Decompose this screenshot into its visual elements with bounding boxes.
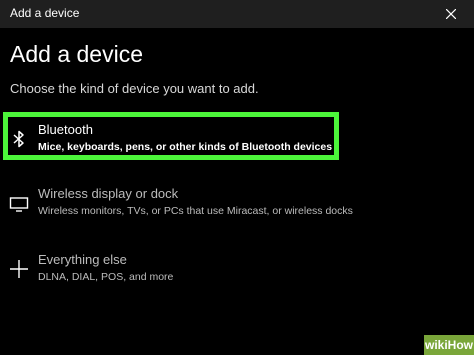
option-description: DLNA, DIAL, POS, and more [38,271,174,283]
highlight-box [3,112,339,160]
option-description: Wireless monitors, TVs, or PCs that use … [38,205,353,217]
option-wireless-display[interactable]: Wireless display or dock Wireless monito… [0,182,474,238]
option-everything-else[interactable]: Everything else DLNA, DIAL, POS, and mor… [0,248,474,304]
option-label: Wireless display or dock [38,186,179,201]
page-subtitle: Choose the kind of device you want to ad… [10,81,259,96]
plus-icon [10,260,28,278]
window-title: Add a device [10,6,80,20]
close-icon [446,9,456,19]
page-title: Add a device [10,41,143,67]
wikihow-watermark: wikiHow [424,335,474,355]
monitor-icon [9,197,29,212]
close-button[interactable] [428,0,474,28]
title-bar: Add a device [0,0,474,28]
option-label: Everything else [38,252,127,267]
